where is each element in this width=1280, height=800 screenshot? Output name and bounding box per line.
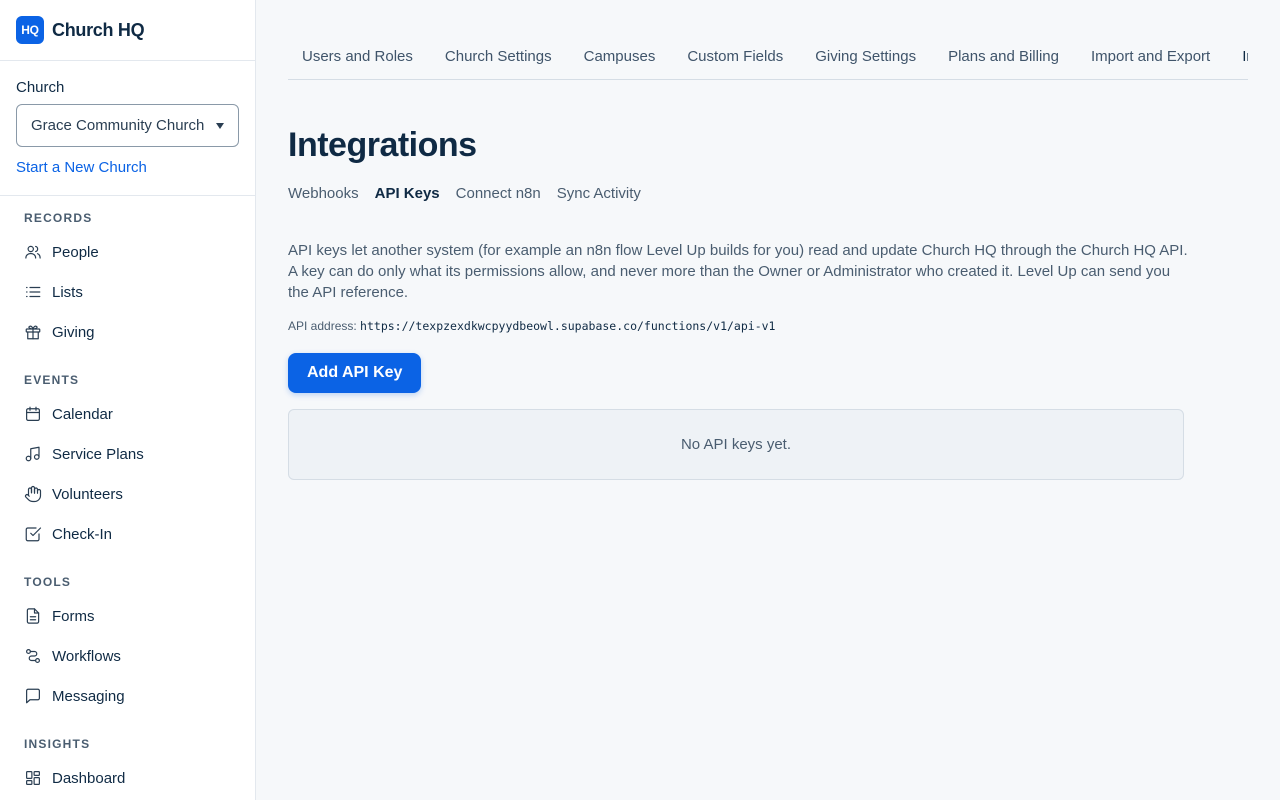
- nav-heading: INSIGHTS: [24, 737, 91, 751]
- document-icon: [26, 608, 40, 624]
- workflow-icon: [26, 649, 40, 663]
- sidebar-item-label: Messaging: [52, 687, 125, 705]
- tab-users-and-roles[interactable]: Users and Roles: [288, 32, 429, 79]
- sidebar-item-label: Service Plans: [52, 445, 144, 463]
- sidebar-item-workflows[interactable]: Workflows: [0, 636, 255, 676]
- tab-giving-settings[interactable]: Giving Settings: [799, 32, 932, 79]
- music-note-icon: [25, 446, 40, 462]
- nav-heading: RECORDS: [24, 211, 93, 225]
- nav-section-insights: INSIGHTS Dashboard: [0, 734, 255, 798]
- sidebar-item-check-in[interactable]: Check-In: [0, 514, 255, 554]
- nav-heading: EVENTS: [24, 373, 80, 387]
- settings-tabs: Users and Roles Church Settings Campuses…: [288, 32, 1248, 80]
- subtab-sync-activity[interactable]: Sync Activity: [557, 183, 641, 205]
- sidebar: HQ Church HQ Church Grace Community Chur…: [0, 0, 256, 800]
- sidebar-item-giving[interactable]: Giving: [0, 312, 255, 352]
- church-select[interactable]: Grace Community Church: [16, 104, 239, 147]
- tab-campuses[interactable]: Campuses: [568, 32, 672, 79]
- hand-icon: [24, 485, 42, 503]
- sidebar-item-forms[interactable]: Forms: [0, 596, 255, 636]
- nav-section-records: RECORDS People Lists Giving: [0, 208, 255, 352]
- sidebar-item-volunteers[interactable]: Volunteers: [0, 474, 255, 514]
- page-title: Integrations: [288, 126, 477, 164]
- tab-import-and-export[interactable]: Import and Export: [1075, 32, 1226, 79]
- subtab-webhooks[interactable]: Webhooks: [288, 183, 359, 205]
- api-address-value: https://texpzexdkwcpyydbeowl.supabase.co…: [360, 319, 776, 333]
- sidebar-item-messaging[interactable]: Messaging: [0, 676, 255, 716]
- sidebar-item-label: Calendar: [52, 405, 113, 423]
- church-label: Church: [16, 79, 65, 96]
- sidebar-item-label: Check-In: [52, 525, 113, 543]
- tab-integrations[interactable]: Integrations: [1226, 32, 1248, 79]
- tab-plans-and-billing[interactable]: Plans and Billing: [932, 32, 1075, 79]
- api-keys-description: API keys let another system (for example…: [288, 242, 1188, 301]
- calendar-icon: [26, 406, 40, 421]
- people-icon: [25, 245, 41, 259]
- sidebar-item-label: Forms: [52, 607, 95, 625]
- list-icon: [26, 286, 41, 298]
- start-new-church-link[interactable]: Start a New Church: [16, 159, 239, 176]
- sidebar-item-service-plans[interactable]: Service Plans: [0, 434, 255, 474]
- subtab-connect-n8n[interactable]: Connect n8n: [456, 183, 541, 205]
- sidebar-item-label: Volunteers: [52, 485, 123, 503]
- brand[interactable]: HQ Church HQ: [0, 0, 255, 61]
- dashboard-icon: [26, 771, 40, 785]
- gift-icon: [25, 325, 41, 340]
- tab-custom-fields[interactable]: Custom Fields: [671, 32, 799, 79]
- api-address: API address: https://texpzexdkwcpyydbeow…: [288, 319, 775, 333]
- message-icon: [26, 688, 40, 704]
- brand-name: Church HQ: [52, 19, 145, 40]
- sidebar-item-label: People: [52, 243, 99, 261]
- sidebar-item-lists[interactable]: Lists: [0, 272, 255, 312]
- sidebar-item-label: Workflows: [52, 647, 121, 665]
- api-address-label: API address:: [288, 319, 357, 333]
- chevron-down-icon: [216, 123, 224, 129]
- integrations-subtabs: Webhooks API Keys Connect n8n Sync Activ…: [288, 183, 657, 205]
- sidebar-item-people[interactable]: People: [0, 232, 255, 272]
- sidebar-item-label: Lists: [52, 283, 83, 301]
- subtab-api-keys[interactable]: API Keys: [375, 183, 440, 205]
- sidebar-item-label: Dashboard: [52, 769, 126, 787]
- empty-state-text: No API keys yet.: [680, 436, 792, 453]
- sidebar-item-dashboard[interactable]: Dashboard: [0, 758, 255, 798]
- church-selector-block: Church Grace Community Church Start a Ne…: [0, 61, 255, 196]
- brand-logo: HQ: [16, 16, 44, 44]
- checkbox-icon: [25, 527, 42, 542]
- api-keys-empty-state: No API keys yet.: [288, 409, 1184, 480]
- sidebar-item-label: Giving: [52, 323, 95, 341]
- nav-section-tools: TOOLS Forms Workflows Messaging: [0, 572, 255, 716]
- tab-church-settings[interactable]: Church Settings: [429, 32, 568, 79]
- church-select-value: Grace Community Church: [31, 117, 205, 134]
- sidebar-item-calendar[interactable]: Calendar: [0, 394, 255, 434]
- add-api-key-button[interactable]: Add API Key: [288, 353, 422, 393]
- main-content: Users and Roles Church Settings Campuses…: [256, 0, 1280, 800]
- nav-section-events: EVENTS Calendar Service Plans Volunteers…: [0, 370, 255, 554]
- nav-heading: TOOLS: [24, 575, 72, 589]
